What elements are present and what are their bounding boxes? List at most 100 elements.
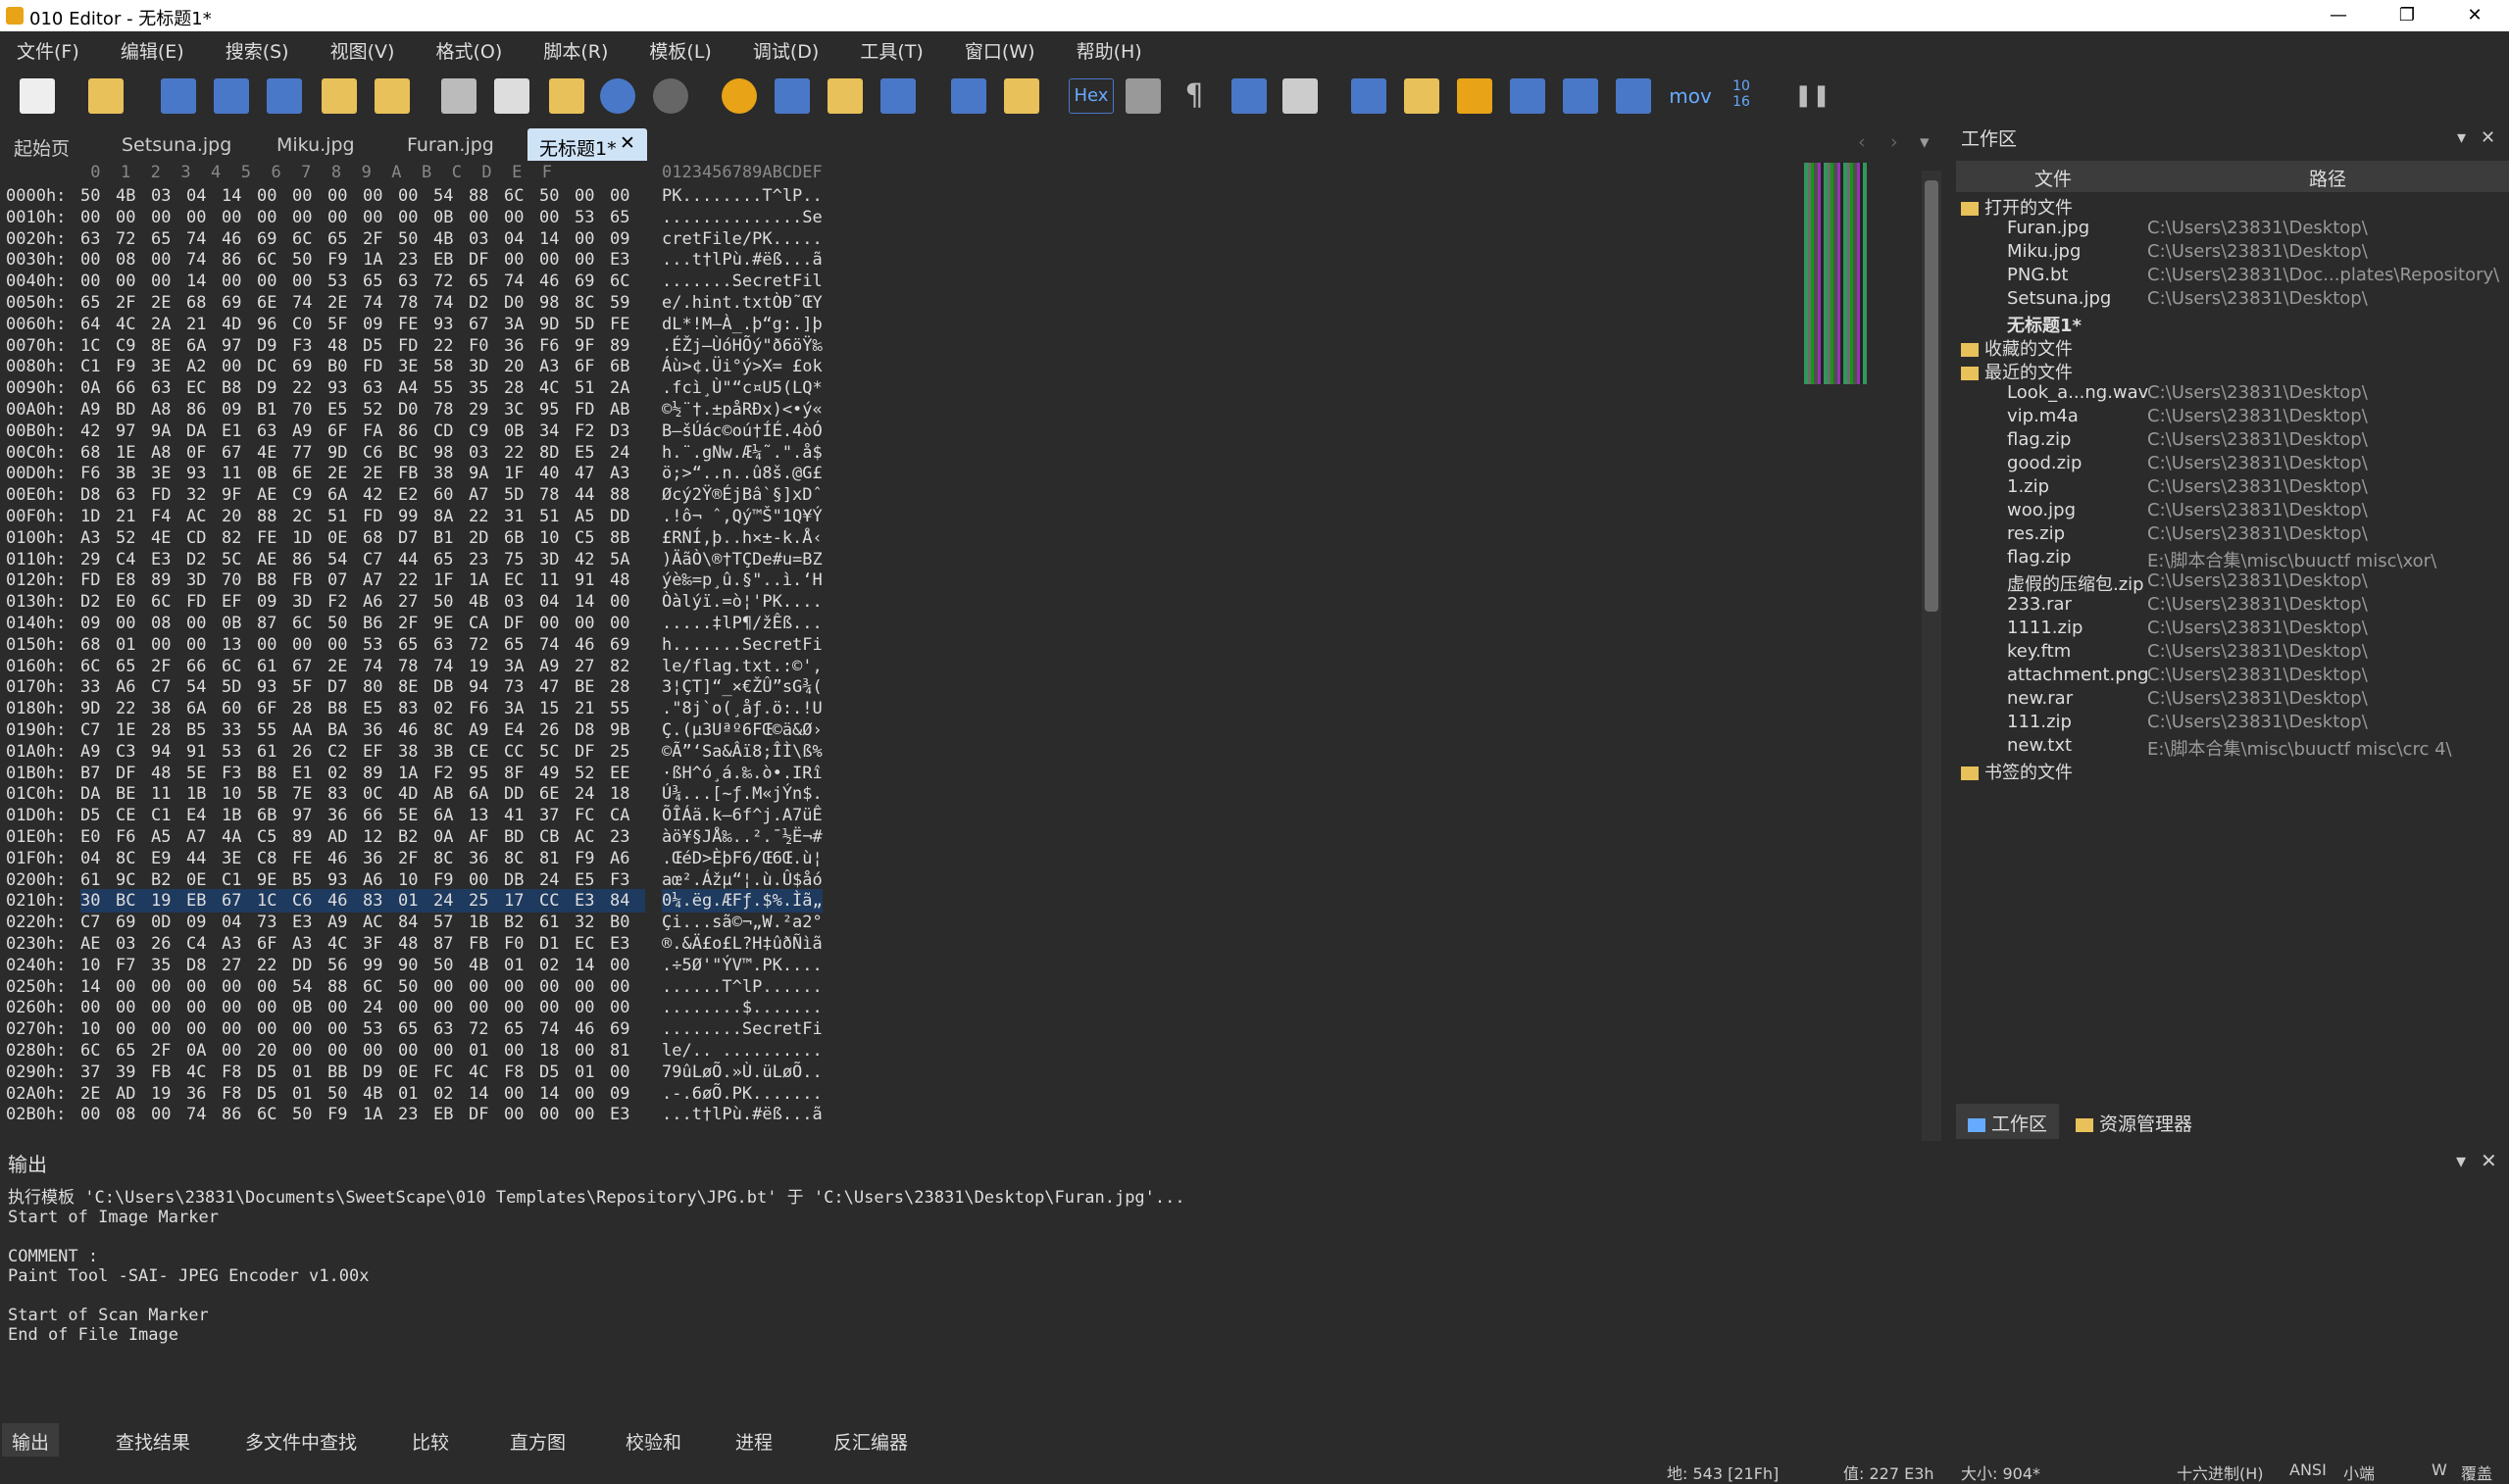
menu-view[interactable]: 视图(V) bbox=[330, 31, 395, 70]
menu-window[interactable]: 窗口(W) bbox=[965, 31, 1035, 70]
hex-ascii[interactable]: .-.6øÕ.PK....... bbox=[662, 1082, 823, 1106]
undo-icon[interactable] bbox=[600, 78, 635, 114]
hex-row[interactable]: 00E0h: D8 63 FD 32 9F AE C9 6A 42 E2 60 A7 5D 78 44 88 Øc… bbox=[0, 483, 863, 507]
workspace-file-item[interactable]: flag.zip C:\Users\23831\Desktop\ bbox=[1951, 429, 2509, 453]
hex-bytes[interactable]: 00 08 00 74 86 6C 50 F9 1A 23 EB DF 00 00 00 E3 bbox=[80, 1103, 645, 1126]
workspace-file-item[interactable]: new.txt E:\脚本合集\misc\buuctf misc\crc 4\ bbox=[1951, 735, 2509, 760]
output-menu-icon[interactable]: ▾ bbox=[2456, 1149, 2466, 1172]
hex-ascii[interactable]: .......SecretFil bbox=[662, 270, 823, 293]
hex-row[interactable]: 01D0h: D5 CE C1 E4 1B 6B 97 36 66 5E 6A 13 41 37 FC CA ÕÎ… bbox=[0, 804, 863, 827]
hex-ascii[interactable]: ........SecretFi bbox=[662, 1017, 823, 1041]
hex-ascii[interactable]: £RNÍ‚þ..h×±-k.Å‹ bbox=[662, 526, 823, 550]
hex-bytes[interactable]: 00 00 00 00 00 00 00 00 00 00 0B 00 00 00 53 65 bbox=[80, 206, 645, 229]
close-tab-icon[interactable]: ✕ bbox=[620, 132, 635, 154]
hex-ascii[interactable]: Øcý2Ÿ®ÉjBâ`§]xDˆ bbox=[662, 483, 823, 507]
hex-row[interactable]: 0050h: 65 2F 2E 68 69 6E 74 2E 74 78 74 D2 D0 98 8C 59 e/… bbox=[0, 291, 863, 315]
hex-ascii[interactable]: .ŒéD>ÈþF6/Œ6Œ.ù¦ bbox=[662, 847, 823, 870]
hex-ascii[interactable]: àö¥§JÅ‰..².¯½Ë¬# bbox=[662, 825, 823, 849]
hex-bytes[interactable]: 37 39 FB 4C F8 D5 01 BB D9 0E FC 4C F8 D5 01 00 bbox=[80, 1061, 645, 1084]
workspace-file-item[interactable]: res.zip C:\Users\23831\Desktop\ bbox=[1951, 523, 2509, 547]
run-template-icon[interactable] bbox=[951, 78, 986, 114]
hex-bytes[interactable]: 04 8C E9 44 3E C8 FE 46 36 2F 8C 36 8C 81 F9 A6 bbox=[80, 847, 645, 870]
hex-bytes[interactable]: 29 C4 E3 D2 5C AE 86 54 C7 44 65 23 75 3D 42 5A bbox=[80, 548, 645, 571]
compare-icon[interactable] bbox=[1457, 78, 1492, 114]
workspace-file-item[interactable]: Miku.jpg C:\Users\23831\Desktop\ bbox=[1951, 241, 2509, 265]
hex-bytes[interactable]: 50 4B 03 04 14 00 00 00 00 00 54 88 6C 50 00 00 bbox=[80, 184, 645, 208]
open-folder-icon[interactable] bbox=[322, 78, 357, 114]
hex-bytes[interactable]: 09 00 08 00 0B 87 6C 50 B6 2F 9E CA DF 00 00 00 bbox=[80, 612, 645, 635]
tab-workspace[interactable]: 工作区 bbox=[1956, 1104, 2060, 1139]
hex-row[interactable]: 0170h: 33 A6 C7 54 5D 93 5F D7 80 8E DB 94 73 47 BE 28 3¦… bbox=[0, 675, 863, 699]
hex-ascii[interactable]: Ú¾...[~ƒ.M«jÝn$. bbox=[662, 782, 823, 806]
hex-ascii[interactable]: .ÉŽj—ÙóHÕý"ð6öŸ‰ bbox=[662, 334, 823, 358]
workspace-file-item[interactable]: flag.zip E:\脚本合集\misc\buuctf misc\xor\ bbox=[1951, 547, 2509, 571]
hex-bytes[interactable]: 42 97 9A DA E1 63 A9 6F FA 86 CD C9 0B 34 F2 D3 bbox=[80, 420, 645, 443]
hex-ascii[interactable]: )ÄãÒ\®†TÇDe#u=BZ bbox=[662, 548, 823, 571]
hex-row[interactable]: 00D0h: F6 3B 3E 93 11 0B 6E 2E 2E FB 38 9A 1F 40 47 A3 ö;… bbox=[0, 462, 863, 485]
hex-bytes[interactable]: D8 63 FD 32 9F AE C9 6A 42 E2 60 A7 5D 78 44 88 bbox=[80, 483, 645, 507]
hex-bytes[interactable]: 10 00 00 00 00 00 00 00 53 65 63 72 65 74 46 69 bbox=[80, 1017, 645, 1041]
base-converter-button[interactable]: 10 16 bbox=[1722, 78, 1761, 114]
hex-bytes[interactable]: 10 F7 35 D8 27 22 DD 56 99 90 50 4B 01 02 14 00 bbox=[80, 954, 645, 977]
workspace-icon[interactable] bbox=[375, 78, 410, 114]
hex-row[interactable]: 00F0h: 1D 21 F4 AC 20 88 2C 51 FD 99 8A 22 31 51 A5 DD.!… bbox=[0, 505, 863, 528]
tab-checksum[interactable]: 校验和 bbox=[616, 1423, 691, 1457]
replace-icon[interactable] bbox=[775, 78, 810, 114]
menu-debug[interactable]: 调试(D) bbox=[753, 31, 819, 70]
operations-icon[interactable] bbox=[1563, 78, 1598, 114]
workspace-file-item[interactable]: key.ftm C:\Users\23831\Desktop\ bbox=[1951, 641, 2509, 665]
hex-ascii[interactable]: 3¦ÇT]“_×€ŽÛ”sG¾( bbox=[662, 675, 823, 699]
hex-mode-button[interactable]: Hex bbox=[1069, 78, 1114, 114]
hex-row[interactable]: 02A0h: 2E AD 19 36 F8 D5 01 50 4B 01 02 14 00 14 00 09 .-… bbox=[0, 1082, 863, 1106]
workspace-file-item[interactable]: 1111.zip C:\Users\23831\Desktop\ bbox=[1951, 618, 2509, 641]
hex-bytes[interactable]: 0A 66 63 EC B8 D9 22 93 63 A4 55 35 28 4C 51 2A bbox=[80, 376, 645, 400]
paste-icon[interactable] bbox=[549, 78, 584, 114]
hex-row[interactable]: 0200h: 61 9C B2 0E C1 9E B5 93 A6 10 F9 00 DB 24 E5 F3 aœ… bbox=[0, 868, 863, 892]
hex-bytes[interactable]: 1D 21 F4 AC 20 88 2C 51 FD 99 8A 22 31 51 A5 DD bbox=[80, 505, 645, 528]
hex-bytes[interactable]: C1 F9 3E A2 00 DC 69 B0 FD 3E 58 3D 20 A3 6F 6B bbox=[80, 355, 645, 378]
hex-bytes[interactable]: 65 2F 2E 68 69 6E 74 2E 74 78 74 D2 D0 98 8C 59 bbox=[80, 291, 645, 315]
hex-bytes[interactable]: 68 01 00 00 13 00 00 00 53 65 63 72 65 74 46 69 bbox=[80, 633, 645, 657]
hex-row[interactable]: 0290h: 37 39 FB 4C F8 D5 01 BB D9 0E FC 4C F8 D5 01 00 79… bbox=[0, 1061, 863, 1084]
hex-bytes[interactable]: D5 CE C1 E4 1B 6B 97 36 66 5E 6A 13 41 37 FC CA bbox=[80, 804, 645, 827]
highlight-icon[interactable] bbox=[1282, 78, 1318, 114]
hex-bytes[interactable]: F6 3B 3E 93 11 0B 6E 2E 2E FB 38 9A 1F 40 47 A3 bbox=[80, 462, 645, 485]
hex-bytes[interactable]: DA BE 11 1B 10 5B 7E 83 0C 4D AB 6A DD 6E 24 18 bbox=[80, 782, 645, 806]
save-icon[interactable] bbox=[161, 78, 196, 114]
workspace-file-item[interactable]: 111.zip C:\Users\23831\Desktop\ bbox=[1951, 712, 2509, 735]
hex-ascii[interactable]: .fcì¸Ù"“c¤U5(LQ* bbox=[662, 376, 823, 400]
hex-row[interactable]: 0160h: 6C 65 2F 66 6C 61 67 2E 74 78 74 19 3A A9 27 82 le… bbox=[0, 655, 863, 678]
hex-ascii[interactable]: h.......SecretFi bbox=[662, 633, 823, 657]
tab-compare[interactable]: 比较 bbox=[402, 1423, 459, 1457]
status-encoding[interactable]: ANSI bbox=[2289, 1460, 2327, 1479]
hex-ascii[interactable]: .....‡lP¶/žÊß... bbox=[662, 612, 823, 635]
menu-template[interactable]: 模板(L) bbox=[649, 31, 711, 70]
save-as-icon[interactable] bbox=[214, 78, 249, 114]
tab-explorer[interactable]: 资源管理器 bbox=[2064, 1104, 2204, 1139]
bookmarks-folder[interactable]: 书签的文件 bbox=[1961, 759, 2073, 783]
hex-row[interactable]: 00C0h: 68 1E A8 0F 67 4E 77 9D C6 BC 98 03 22 8D E5 24 h.… bbox=[0, 441, 863, 465]
hex-bytes[interactable]: 2E AD 19 36 F8 D5 01 50 4B 01 02 14 00 14 00 09 bbox=[80, 1082, 645, 1106]
menu-search[interactable]: 搜索(S) bbox=[226, 31, 289, 70]
hex-row[interactable]: 0220h: C7 69 0D 09 04 73 E3 A9 AC 84 57 1B B2 61 32 B0 Çi… bbox=[0, 911, 863, 934]
hex-bytes[interactable]: FD E8 89 3D 70 B8 FB 07 A7 22 1F 1A EC 11 91 48 bbox=[80, 569, 645, 592]
hex-row[interactable]: 0010h: 00 00 00 00 00 00 00 00 00 00 0B 00 00 00 53 65..… bbox=[0, 206, 863, 229]
hex-bytes[interactable]: 68 1E A8 0F 67 4E 77 9D C6 BC 98 03 22 8D E5 24 bbox=[80, 441, 645, 465]
hex-ascii[interactable]: ö;>“..n..û8š.@G£ bbox=[662, 462, 823, 485]
hex-ascii[interactable]: ýè‰=p¸û.§"..ì.‘H bbox=[662, 569, 823, 592]
hex-ascii[interactable]: h.¨.gNw.Æ¼˜.".å$ bbox=[662, 441, 823, 465]
hex-ascii[interactable]: ·ßH^ó¸á.‰.ò•.IRî bbox=[662, 762, 823, 785]
hex-bytes[interactable]: 1C C9 8E 6A 97 D9 F3 48 D5 FD 22 F0 36 F6 9F 89 bbox=[80, 334, 645, 358]
tab-miku[interactable]: Miku.jpg bbox=[265, 128, 367, 161]
hex-row[interactable]: 0230h: AE 03 26 C4 A3 6F A3 4C 3F 48 87 FB F0 D1 EC E3 ®.… bbox=[0, 932, 863, 956]
hex-scrollbar[interactable] bbox=[1922, 171, 1941, 1141]
copy-icon[interactable] bbox=[494, 78, 529, 114]
favorites-folder[interactable]: 收藏的文件 bbox=[1961, 335, 2073, 360]
hex-ascii[interactable]: Òàlýï.=ò¦'PK.... bbox=[662, 590, 823, 614]
hex-bytes[interactable]: 6C 65 2F 66 6C 61 67 2E 74 78 74 19 3A A9 27 82 bbox=[80, 655, 645, 678]
hex-row[interactable]: 01A0h: A9 C3 94 91 53 61 26 C2 EF 38 3B CE CC 5C DF 25 ©Ã… bbox=[0, 740, 863, 764]
minimize-button[interactable]: — bbox=[2304, 0, 2373, 31]
cut-icon[interactable] bbox=[441, 78, 477, 114]
hex-bytes[interactable]: 14 00 00 00 00 00 54 88 6C 50 00 00 00 00 00 00 bbox=[80, 975, 645, 999]
tab-find-in-files[interactable]: 多文件中查找 bbox=[235, 1423, 367, 1457]
